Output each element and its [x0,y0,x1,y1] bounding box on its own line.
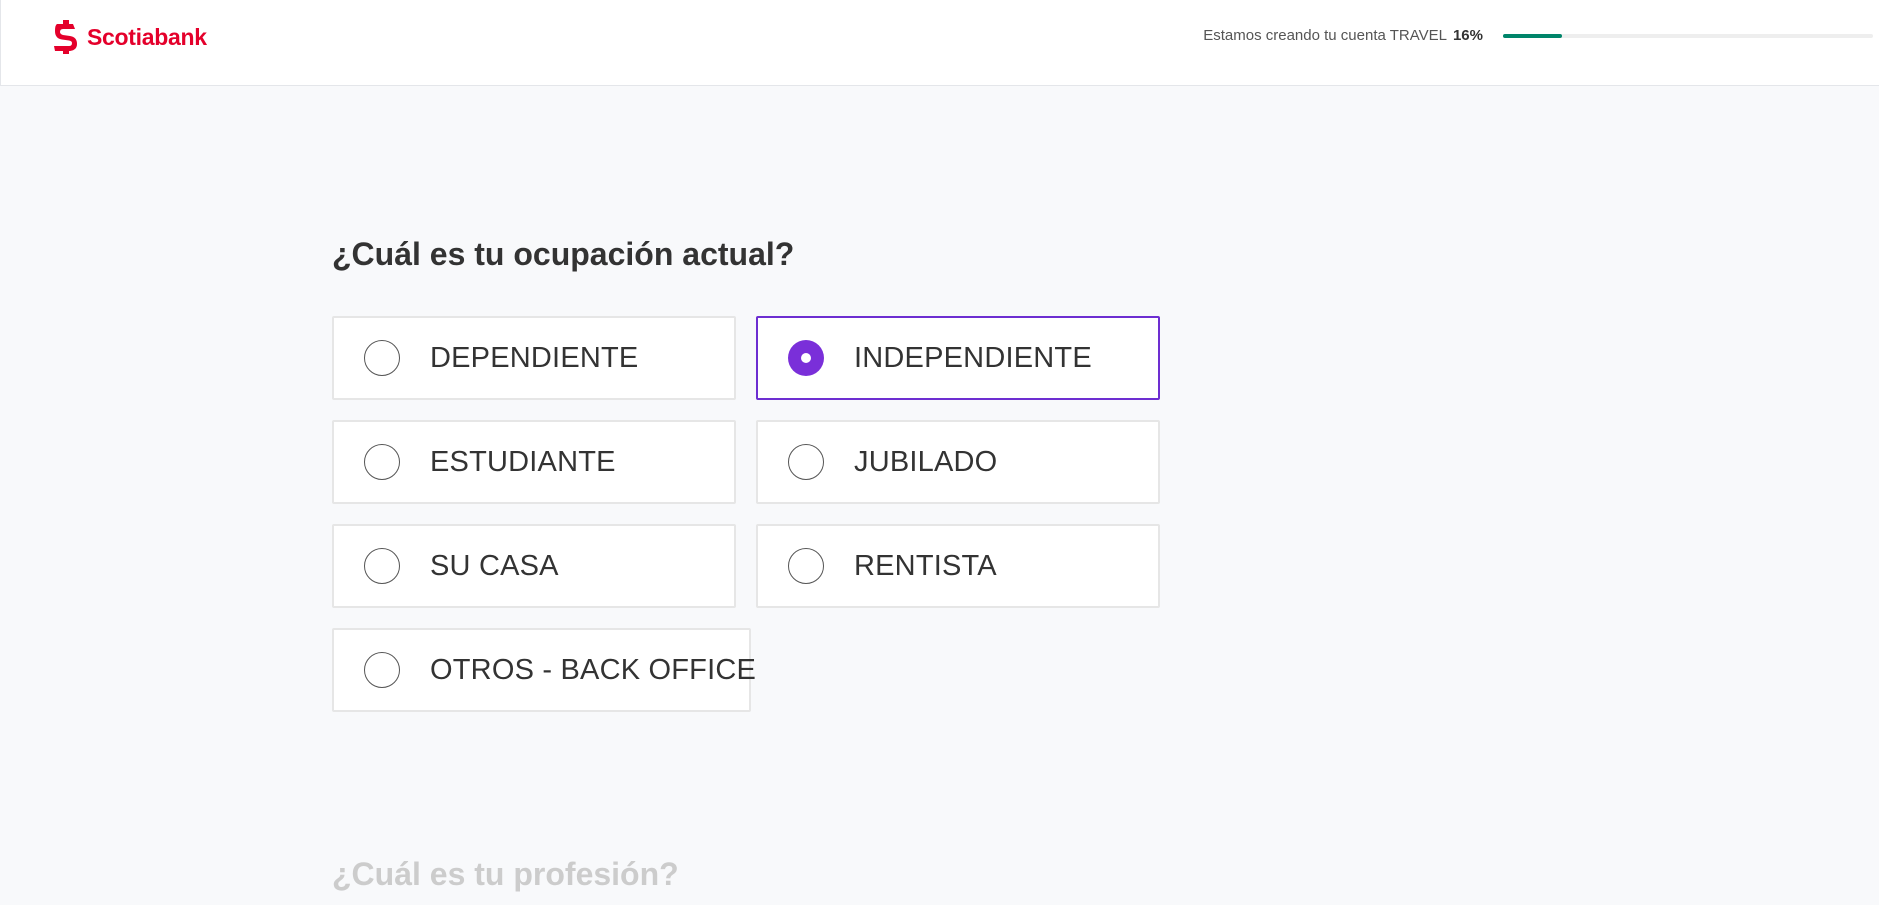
option-rentista[interactable]: RENTISTA [756,524,1160,608]
option-label: INDEPENDIENTE [854,342,1092,374]
option-label: JUBILADO [854,446,998,478]
option-label: SU CASA [430,550,559,582]
option-label: DEPENDIENTE [430,342,639,374]
brand-name: Scotiabank [87,23,207,50]
radio-icon[interactable] [788,444,824,480]
radio-selected-icon[interactable] [788,340,824,376]
option-independiente[interactable]: INDEPENDIENTE [756,316,1160,400]
progress-label: Estamos creando tu cuenta TRAVEL [1203,27,1447,44]
option-label: OTROS - BACK OFFICE [430,654,757,686]
radio-icon[interactable] [364,652,400,688]
scotiabank-s-icon [54,20,77,54]
radio-icon[interactable] [364,548,400,584]
radio-icon[interactable] [364,340,400,376]
radio-icon[interactable] [788,548,824,584]
option-label: RENTISTA [854,550,997,582]
account-progress: Estamos creando tu cuenta TRAVEL 16% [1203,27,1873,44]
profession-question: ¿Cuál es tu profesión? [332,856,679,892]
option-su-casa[interactable]: SU CASA [332,524,736,608]
top-header: Scotiabank Estamos creando tu cuenta TRA… [0,0,1879,86]
scotiabank-logo[interactable]: Scotiabank [51,20,207,54]
option-dependiente[interactable]: DEPENDIENTE [332,316,736,400]
progress-bar [1503,33,1873,38]
progress-bar-fill [1503,33,1563,38]
option-jubilado[interactable]: JUBILADO [756,420,1160,504]
option-estudiante[interactable]: ESTUDIANTE [332,420,736,504]
occupation-question: ¿Cuál es tu ocupación actual? [332,236,795,272]
progress-percent: 16% [1452,27,1483,44]
option-otros-back-office[interactable]: OTROS - BACK OFFICE [332,628,756,712]
option-label: ESTUDIANTE [430,446,616,478]
radio-icon[interactable] [364,444,400,480]
